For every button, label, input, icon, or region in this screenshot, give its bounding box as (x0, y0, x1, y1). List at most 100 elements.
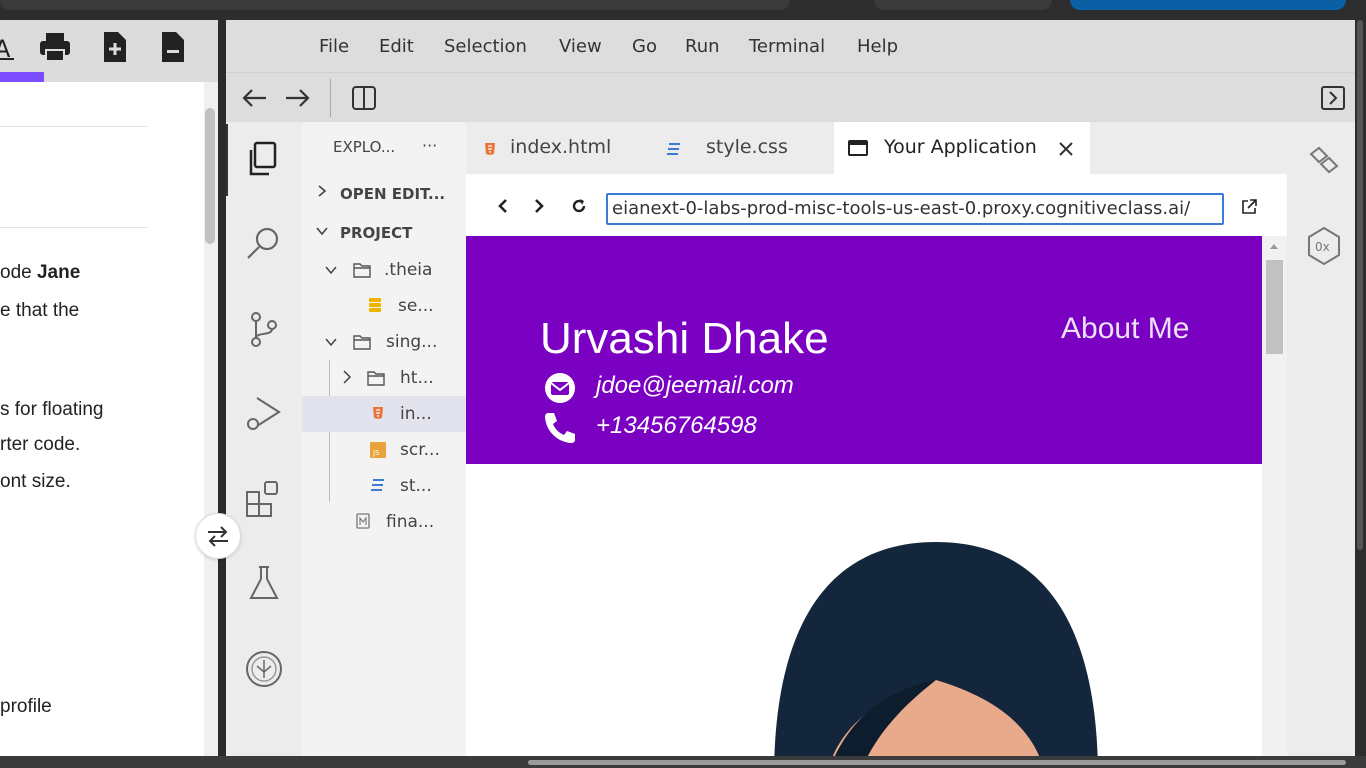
plugin-icon[interactable] (1307, 144, 1341, 178)
swap-panes-button[interactable] (195, 513, 241, 559)
tab-index-html[interactable]: index.html (466, 122, 646, 174)
top-strip-pill (874, 0, 1052, 10)
tree-file-settings[interactable]: se... (302, 288, 466, 324)
chevron-right-icon (342, 369, 352, 385)
instructions-scrollbar-thumb[interactable] (205, 108, 215, 244)
preview-scrollbar-thumb[interactable] (1266, 260, 1283, 354)
avatar-illustration (766, 538, 1106, 756)
folder-icon (352, 333, 372, 351)
instruction-text: e that the (0, 300, 80, 321)
back-arrow-icon[interactable] (240, 85, 268, 111)
activity-bar (226, 122, 302, 756)
markdown-file-icon (356, 513, 370, 529)
source-control-icon[interactable] (243, 308, 285, 350)
phone-icon (542, 410, 578, 444)
instructions-pane: A ode Jane e that the s for floating rte… (0, 20, 218, 756)
instruction-text: ode Jane (0, 262, 81, 283)
toggle-panel-icon[interactable] (350, 85, 378, 111)
menu-selection[interactable]: Selection (444, 36, 527, 57)
instruction-text: ont size. (0, 471, 71, 492)
tree-file-index[interactable]: in... (302, 396, 466, 432)
run-debug-icon[interactable] (243, 392, 285, 434)
right-side-bar: 0x (1287, 122, 1355, 756)
editor-tabs: index.html style.css Your Application (466, 122, 1287, 174)
tree-file-script[interactable]: JS scr... (302, 432, 466, 468)
open-external-icon[interactable] (1240, 198, 1258, 216)
tab-your-application[interactable]: Your Application (834, 122, 1090, 174)
profile-header: Urvashi Dhake About Me jdoe@jeemail.com … (466, 236, 1262, 464)
tab-style-css[interactable]: style.css (646, 122, 832, 174)
more-actions-icon[interactable]: ··· (422, 136, 437, 155)
profile-phone: +13456764598 (596, 412, 757, 439)
browser-forward-icon[interactable] (532, 198, 546, 214)
tab-label: style.css (706, 136, 788, 158)
chevron-down-icon (324, 265, 338, 275)
tree-folder-theia[interactable]: .theia (302, 252, 466, 288)
settings-file-icon (368, 296, 382, 314)
explorer-panel: EXPLO... ··· OPEN EDIT... PROJECT .theia… (302, 122, 466, 756)
project-section[interactable]: PROJECT (302, 216, 466, 252)
tree-label: ht... (400, 368, 434, 388)
css-file-icon (370, 477, 386, 493)
forward-arrow-icon[interactable] (284, 85, 312, 111)
menu-help[interactable]: Help (857, 36, 898, 57)
top-strip-pill (0, 0, 790, 10)
search-icon[interactable] (243, 222, 285, 264)
tree-folder-sing[interactable]: sing... (302, 324, 466, 360)
svg-text:0x: 0x (1315, 240, 1330, 254)
menu-bar: File Edit Selection View Go Run Terminal… (226, 20, 1355, 72)
tree-label: se... (398, 296, 434, 316)
expand-panel-icon[interactable] (1320, 85, 1346, 111)
browser-back-icon[interactable] (496, 198, 510, 214)
extensions-icon[interactable] (243, 478, 285, 520)
tab-label: index.html (510, 136, 612, 158)
font-size-icon[interactable]: A (0, 30, 20, 64)
close-icon[interactable] (1058, 141, 1074, 157)
horizontal-scrollbar-thumb[interactable] (528, 760, 1346, 765)
tree-file-style[interactable]: st... (302, 468, 466, 504)
print-icon[interactable] (38, 30, 70, 64)
top-strip-pill-blue[interactable] (1070, 0, 1346, 10)
nav-about-me-link[interactable]: About Me (1061, 312, 1189, 346)
css-file-icon (666, 141, 682, 157)
tree-file-final[interactable]: fina... (302, 504, 466, 540)
activity-active-indicator (226, 124, 228, 196)
menu-run[interactable]: Run (685, 36, 720, 57)
divider (0, 227, 148, 228)
explorer-header: EXPLO... ··· (302, 130, 466, 166)
folder-icon (366, 369, 386, 387)
profile-email: jdoe@jeemail.com (596, 372, 794, 399)
add-file-icon[interactable] (100, 30, 130, 64)
top-strip (0, 0, 1366, 20)
tree-badge-icon[interactable] (243, 648, 285, 690)
scroll-up-arrow-icon[interactable] (1262, 236, 1287, 256)
divider (330, 79, 331, 117)
hex-0x-icon[interactable]: 0x (1307, 226, 1341, 266)
url-input[interactable]: eianext-0-labs-prod-misc-tools-us-east-0… (606, 193, 1224, 225)
file-icon[interactable] (158, 30, 188, 64)
explorer-files-icon[interactable] (243, 138, 285, 180)
flask-icon[interactable] (243, 562, 285, 604)
menu-file[interactable]: File (319, 36, 349, 57)
reload-icon[interactable] (570, 197, 588, 215)
window-edge-scrollbar-thumb[interactable] (1357, 20, 1363, 550)
active-tab-indicator (0, 72, 44, 82)
js-file-icon: JS (370, 442, 386, 458)
tree-label: st... (400, 476, 432, 496)
open-editors-section[interactable]: OPEN EDIT... (302, 177, 466, 213)
menu-go[interactable]: Go (632, 36, 657, 57)
folder-icon (352, 261, 372, 279)
menu-edit[interactable]: Edit (379, 36, 414, 57)
tree-label: scr... (400, 440, 440, 460)
browser-window-icon (848, 139, 868, 157)
menu-terminal[interactable]: Terminal (749, 36, 825, 57)
tree-folder-ht[interactable]: ht... (302, 360, 466, 396)
chevron-down-icon (314, 225, 330, 237)
instruction-text: profile (0, 696, 52, 717)
instruction-text: s for floating (0, 399, 104, 420)
instruction-text: rter code. (0, 434, 81, 455)
email-icon (542, 372, 578, 404)
menu-view[interactable]: View (559, 36, 602, 57)
divider (0, 126, 148, 127)
tab-label: Your Application (884, 136, 1037, 158)
